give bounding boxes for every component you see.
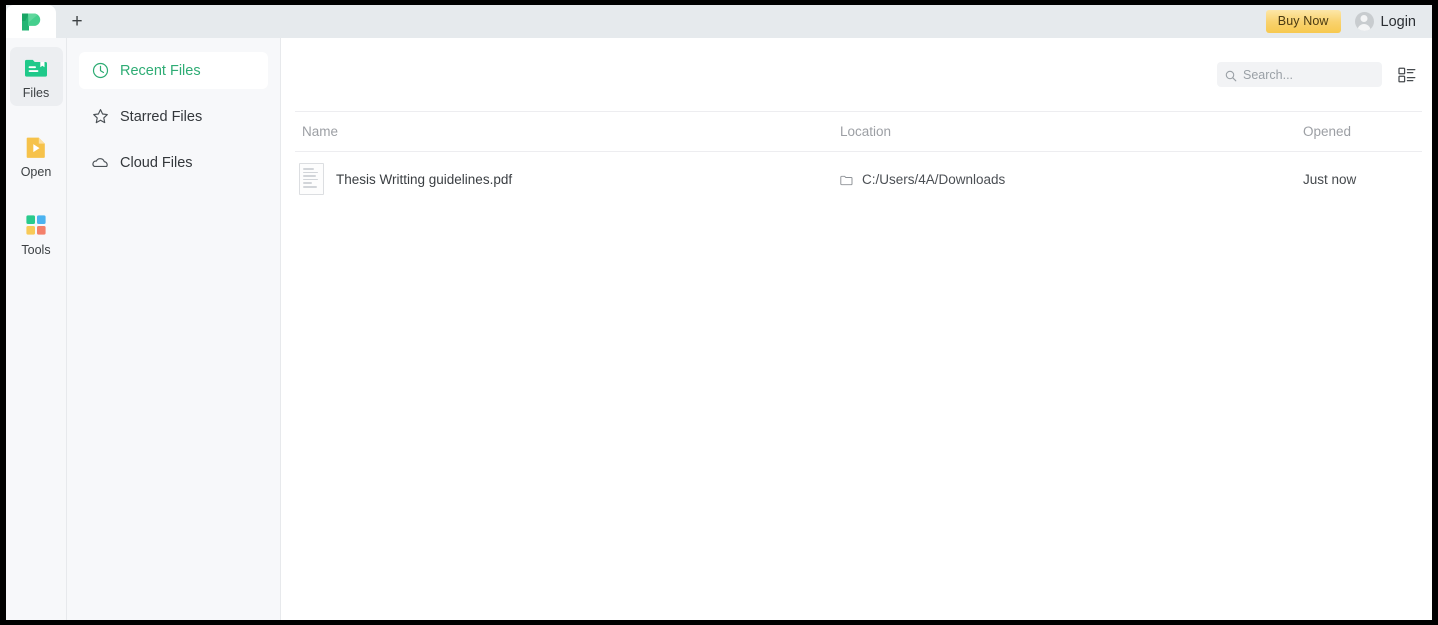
user-avatar-icon <box>1354 12 1374 31</box>
cloud-icon <box>92 154 109 171</box>
tab-bar: + Buy Now Login <box>6 5 1432 38</box>
buy-now-button[interactable]: Buy Now <box>1265 10 1341 33</box>
files-table: Name Location Opened Thesis Writting gui… <box>281 111 1432 206</box>
search-icon <box>1225 69 1237 81</box>
nav-item-starred-files-label: Starred Files <box>120 108 203 125</box>
rail-item-tools-label: Tools <box>21 243 51 257</box>
file-location-cell: C:/Users/4A/Downloads <box>840 172 1300 187</box>
nav-item-cloud-files-label: Cloud Files <box>120 154 193 171</box>
search-box[interactable] <box>1217 62 1382 87</box>
rail-item-tools[interactable]: Tools <box>10 204 63 263</box>
rail-item-files[interactable]: Files <box>9 47 63 106</box>
nav-item-cloud-files[interactable]: Cloud Files <box>79 144 268 181</box>
nav-item-recent-files[interactable]: Recent Files <box>79 52 268 89</box>
folder-icon <box>840 174 853 185</box>
file-name-cell[interactable]: Thesis Writting guidelines.pdf <box>295 163 840 195</box>
star-icon <box>92 108 109 125</box>
file-name-text: Thesis Writting guidelines.pdf <box>336 171 513 187</box>
tab-active-document[interactable] <box>6 5 56 38</box>
files-icon <box>23 55 49 81</box>
file-opened-text: Just now <box>1303 171 1357 187</box>
app-logo-icon <box>20 12 42 32</box>
app-body: Files Open Tools Recent Files Starred Fi… <box>6 38 1432 620</box>
clock-icon <box>92 62 109 79</box>
table-row[interactable]: Thesis Writting guidelines.pdf C:/Users/… <box>295 152 1422 206</box>
list-view-icon[interactable] <box>1396 64 1418 86</box>
nav-item-recent-files-label: Recent Files <box>120 62 201 79</box>
rail-item-open-label: Open <box>20 164 52 179</box>
login-button[interactable]: Login <box>1354 12 1416 31</box>
column-header-location: Location <box>840 124 892 139</box>
login-label: Login <box>1380 13 1416 30</box>
titlebar-actions: Buy Now Login <box>1265 5 1432 38</box>
app-window: + Buy Now Login Files Open Tools Recent … <box>6 5 1432 620</box>
content-toolbar <box>281 38 1432 111</box>
new-tab-button[interactable]: + <box>56 5 98 38</box>
file-location-text: C:/Users/4A/Downloads <box>862 171 1006 187</box>
rail-item-files-label: Files <box>22 86 50 100</box>
column-header-opened: Opened <box>1303 124 1352 139</box>
tools-grid-icon <box>23 212 49 238</box>
rail-item-open[interactable]: Open <box>10 126 63 185</box>
nav-item-starred-files[interactable]: Starred Files <box>79 98 268 135</box>
open-file-icon <box>23 134 49 160</box>
main-content: Name Location Opened Thesis Writting gui… <box>281 38 1432 620</box>
pdf-document-thumbnail-icon <box>299 163 324 195</box>
column-header-name: Name <box>302 124 339 139</box>
left-rail: Files Open Tools <box>6 38 67 620</box>
search-input[interactable] <box>1243 67 1374 82</box>
nav-panel: Recent Files Starred Files Cloud Files <box>67 38 281 620</box>
table-header-row: Name Location Opened <box>295 111 1422 152</box>
